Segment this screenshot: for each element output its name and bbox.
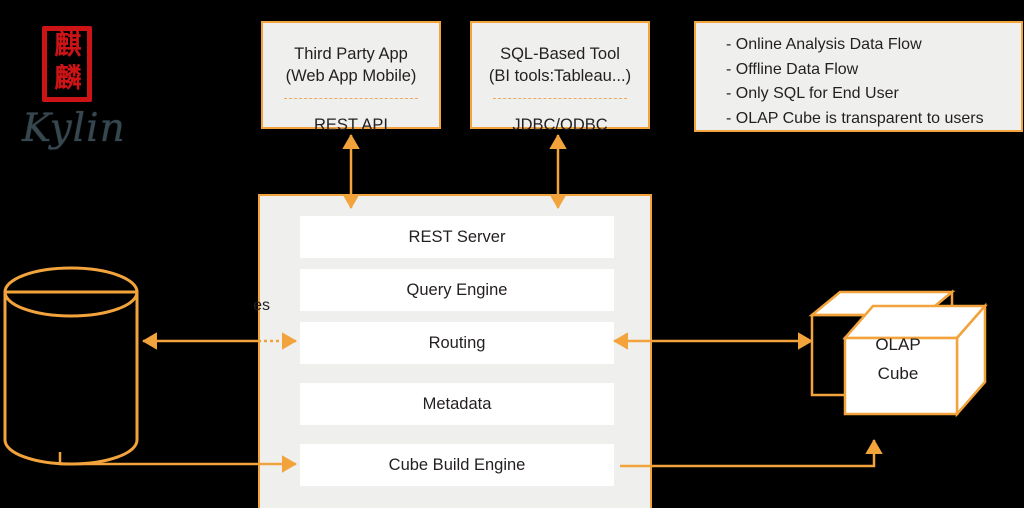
arrow-cube-build-engine-to-olap-cube [620, 438, 883, 468]
clipped-side-label: es [253, 297, 270, 314]
diagram-canvas: 麒 麟 Kylin Third Party App (Web App Mobil… [0, 0, 1024, 508]
seal-character-top: 麒 [54, 31, 82, 60]
arrow-datastore-to-cube-build-engine [58, 452, 298, 473]
arrows-layer [58, 133, 883, 473]
kylin-logo: 麒 麟 Kylin [18, 20, 148, 180]
kylin-wordmark: Kylin [22, 106, 126, 151]
kylin-seal-icon: 麒 麟 [42, 26, 92, 102]
seal-character-bottom: 麟 [54, 64, 82, 93]
